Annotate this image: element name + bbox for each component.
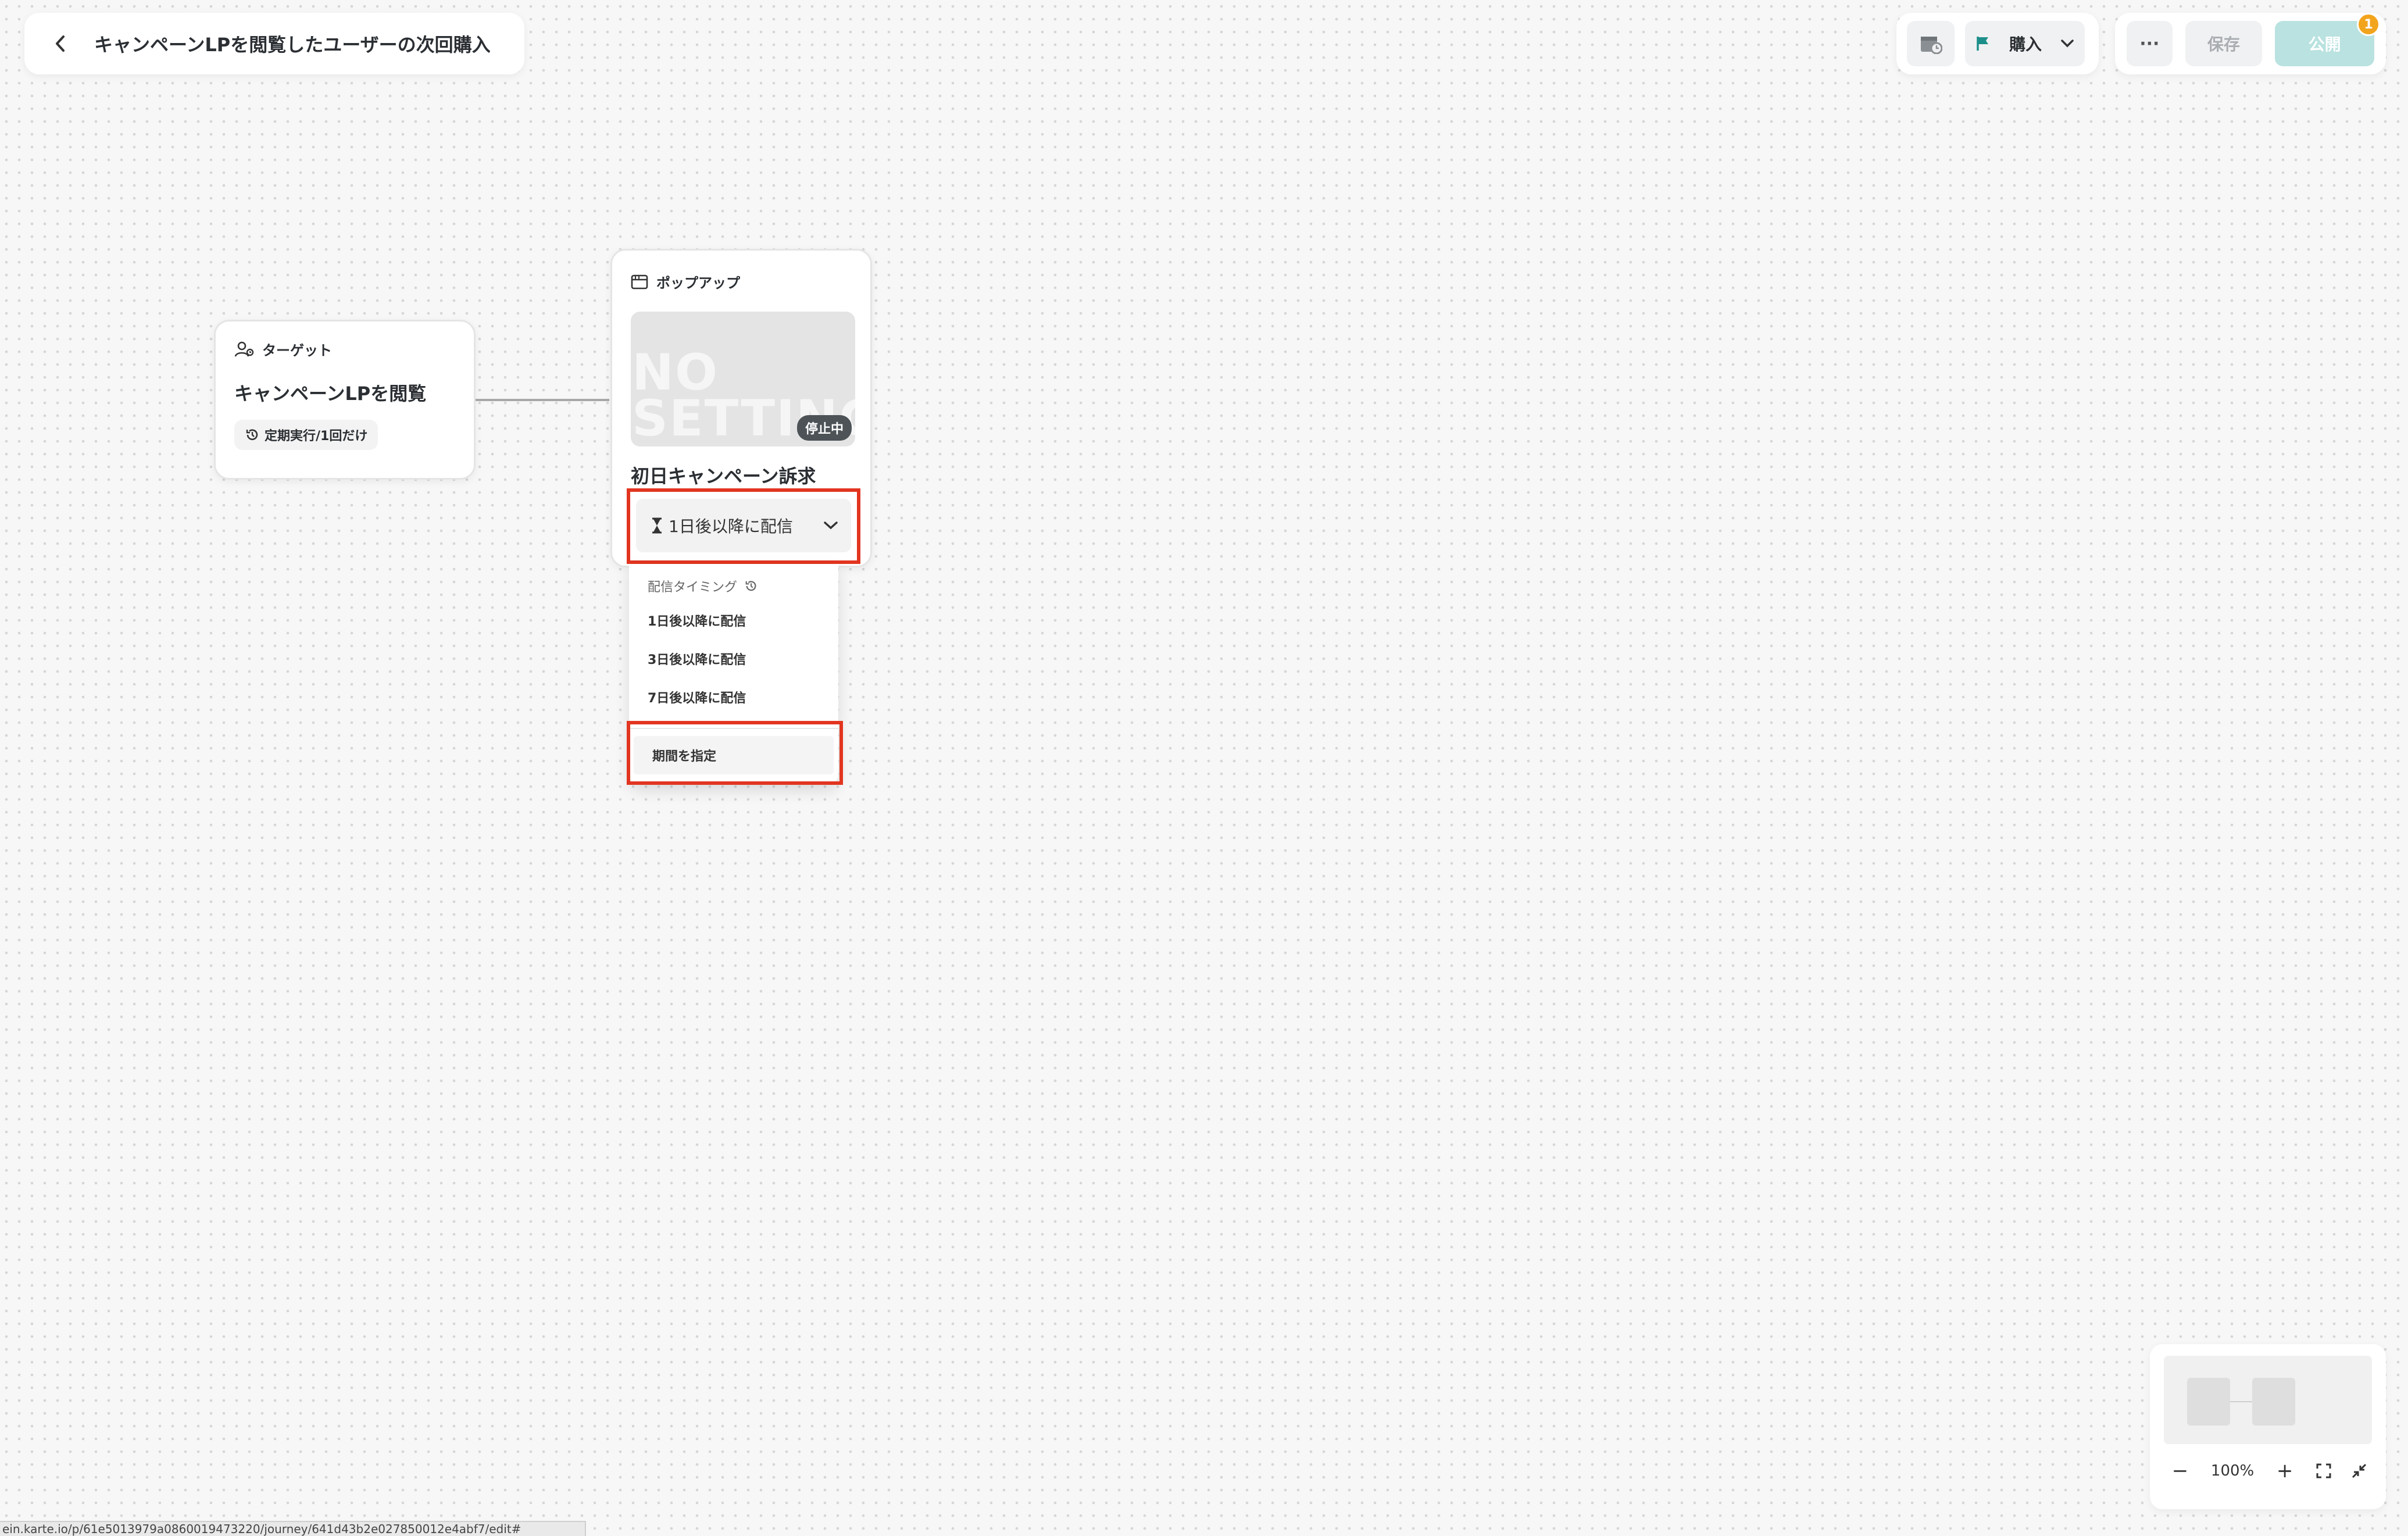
- menu-header-label: 配信タイミング: [648, 580, 738, 595]
- collapse-minimap-button[interactable]: [2351, 1463, 2367, 1479]
- goal-dropdown[interactable]: 購入: [1965, 21, 2085, 66]
- collapse-arrows-icon: [2352, 1463, 2367, 1478]
- menu-divider: [629, 728, 838, 729]
- node-connector: [476, 399, 609, 401]
- delivery-timing-menu: 配信タイミング 1日後以降に配信 3日後以降に配信 7日後以降に配信 期間を指定: [629, 564, 838, 785]
- toolbar-right: ··· 保存 公開 1: [2115, 13, 2386, 74]
- fullscreen-icon: [2316, 1463, 2331, 1478]
- page-title: キャンペーンLPを閲覧したユーザーの次回購入: [94, 34, 491, 56]
- delivery-timing-value: 1日後以降に配信: [669, 517, 793, 536]
- minimap-connector: [2230, 1401, 2252, 1402]
- save-button[interactable]: 保存: [2185, 21, 2263, 66]
- history-icon: [246, 429, 258, 440]
- fit-screen-button[interactable]: [2316, 1463, 2332, 1479]
- target-node-header: ターゲット: [234, 339, 455, 359]
- chevron-down-icon: [824, 521, 838, 530]
- status-badge: 停止中: [796, 415, 852, 441]
- toolbar-left: 購入: [1896, 13, 2099, 74]
- journey-title-card: キャンペーンLPを閲覧したユーザーの次回購入: [24, 13, 524, 74]
- zoom-out-button[interactable]: −: [2168, 1459, 2192, 1483]
- goal-label: 購入: [2009, 35, 2042, 54]
- schedule-badge: 定期実行/1回だけ: [234, 420, 378, 450]
- delivery-timing-select-box[interactable]: 1日後以降に配信: [636, 499, 851, 552]
- menu-item-custom-period[interactable]: 期間を指定: [634, 736, 834, 774]
- minimap-node: [2252, 1378, 2295, 1426]
- schedule-button[interactable]: [1907, 21, 1955, 66]
- more-options-button[interactable]: ···: [2127, 21, 2173, 66]
- publish-button[interactable]: 公開 1: [2275, 13, 2380, 66]
- menu-item-7-days[interactable]: 7日後以降に配信: [629, 678, 838, 716]
- zoom-controls: − 100% +: [2164, 1459, 2372, 1483]
- flag-icon: [1977, 37, 1988, 51]
- zoom-in-button[interactable]: +: [2273, 1459, 2296, 1483]
- menu-header: 配信タイミング: [629, 571, 838, 601]
- status-bar-url: ein.karte.io/p/61e5013979a0860019473220/…: [0, 1521, 586, 1536]
- history-icon: [745, 581, 756, 591]
- target-node-type: ターゲット: [262, 342, 332, 359]
- popup-preview-thumbnail: NO SETTING 停止中: [631, 312, 855, 446]
- zoom-level: 100%: [2210, 1462, 2255, 1480]
- minimap: − 100% +: [2150, 1344, 2386, 1509]
- target-node-title: キャンペーンLPを閲覧: [234, 383, 427, 405]
- popup-node-type: ポップアップ: [656, 275, 740, 291]
- minimap-viewport[interactable]: [2164, 1356, 2372, 1444]
- delivery-timing-select[interactable]: 1日後以降に配信: [629, 490, 858, 562]
- target-node[interactable]: ターゲット キャンペーンLPを閲覧 定期実行/1回だけ: [214, 320, 476, 480]
- chevron-left-icon: [56, 35, 65, 52]
- popup-node-header: ポップアップ: [631, 272, 852, 292]
- hourglass-icon: [652, 517, 662, 534]
- publish-notification-badge: 1: [2357, 13, 2380, 36]
- popup-window-icon: [631, 274, 648, 289]
- user-target-icon: [234, 341, 254, 357]
- calendar-clock-icon: [1921, 37, 1942, 54]
- popup-node-title: 初日キャンペーン訴求: [631, 465, 816, 487]
- back-button[interactable]: [48, 31, 73, 56]
- menu-item-1-day[interactable]: 1日後以降に配信: [629, 601, 838, 640]
- schedule-label: 定期実行/1回だけ: [265, 429, 368, 444]
- publish-label: 公開: [2308, 35, 2341, 54]
- minimap-node: [2187, 1378, 2230, 1426]
- menu-item-3-days[interactable]: 3日後以降に配信: [629, 640, 838, 678]
- chevron-down-icon: [2061, 40, 2074, 48]
